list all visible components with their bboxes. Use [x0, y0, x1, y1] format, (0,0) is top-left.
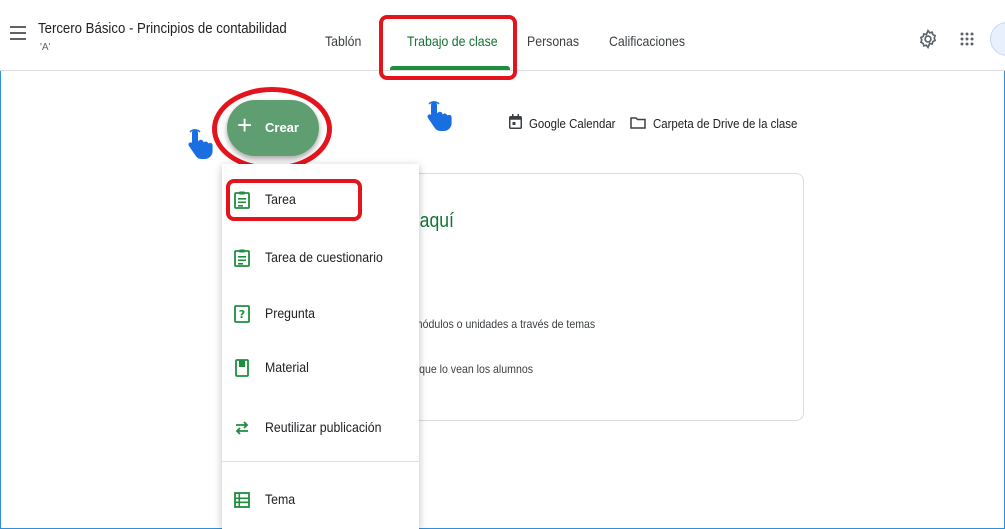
- hamburger-menu-icon[interactable]: [10, 26, 26, 40]
- avatar[interactable]: [990, 22, 1005, 56]
- tab-personas[interactable]: Personas: [527, 33, 579, 49]
- topic-icon: [234, 492, 250, 508]
- active-tab-indicator: [390, 66, 510, 70]
- menu-divider: [222, 461, 419, 462]
- assignment-icon: [234, 191, 250, 209]
- calendar-icon: [509, 114, 522, 129]
- menu-item-tarea[interactable]: Tarea: [222, 180, 419, 220]
- menu-item-pregunta[interactable]: ? Pregunta: [222, 294, 419, 334]
- menu-item-label: Tema: [265, 491, 296, 507]
- google-calendar-link[interactable]: Google Calendar: [529, 116, 616, 131]
- menu-item-tema[interactable]: Tema: [222, 480, 419, 520]
- class-section: 'A': [40, 42, 51, 53]
- menu-item-tarea-de-cuestionario[interactable]: Tarea de cuestionario: [222, 238, 419, 278]
- class-title[interactable]: Tercero Básico - Principios de contabili…: [38, 20, 287, 37]
- pointer-hand-icon: [188, 129, 213, 159]
- question-icon: ?: [234, 305, 250, 323]
- create-menu: Tarea Tarea de cuestionario ? Pregunta M…: [222, 164, 419, 529]
- tab-trabajo-de-clase[interactable]: Trabajo de clase: [407, 33, 498, 49]
- material-icon: [235, 359, 249, 377]
- menu-item-label: Tarea de cuestionario: [265, 249, 383, 265]
- top-app-bar: Tercero Básico - Principios de contabili…: [0, 0, 1005, 71]
- pointer-hand-icon: [427, 101, 452, 131]
- apps-grid-icon[interactable]: [960, 32, 974, 46]
- tab-calificaciones[interactable]: Calificaciones: [609, 33, 685, 49]
- menu-item-material[interactable]: Material: [222, 348, 419, 388]
- menu-item-reutilizar-publicacion[interactable]: Reutilizar publicación: [222, 408, 419, 448]
- menu-item-label: Pregunta: [265, 305, 316, 321]
- empty-state-text: n módulos o unidades a través de temas: [405, 317, 596, 331]
- menu-item-label: Tarea: [265, 191, 296, 207]
- menu-item-label: Reutilizar publicación: [265, 419, 382, 435]
- reuse-icon: [235, 421, 249, 435]
- empty-state-text: es que lo vean los alumnos: [405, 362, 533, 376]
- folder-icon: [630, 117, 646, 129]
- tab-tablon[interactable]: Tablón: [325, 33, 361, 49]
- menu-item-label: Material: [265, 359, 309, 375]
- gear-icon[interactable]: [918, 29, 938, 49]
- drive-folder-link[interactable]: Carpeta de Drive de la clase: [653, 116, 797, 131]
- svg-text:?: ?: [239, 308, 245, 321]
- create-highlight-circle: [212, 87, 332, 171]
- quiz-assignment-icon: [234, 249, 250, 267]
